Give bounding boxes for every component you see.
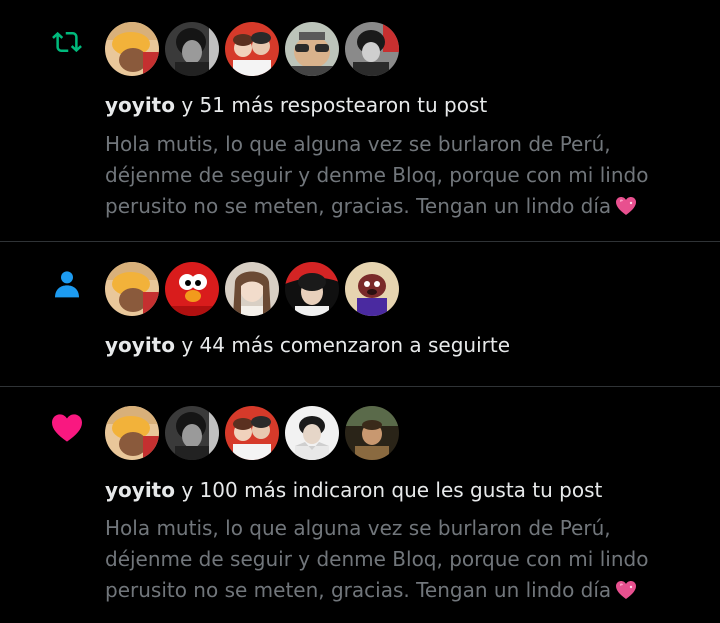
heart-icon bbox=[47, 408, 87, 448]
notification-text: yoyito y 51 más respostearon tu post bbox=[105, 91, 487, 119]
avatar[interactable] bbox=[345, 22, 399, 76]
preview-line: Hola mutis, lo que alguna vez se burlaro… bbox=[105, 516, 611, 540]
preview-line-with-emoji: perusito no se meten, gracias. Tengan un… bbox=[105, 575, 705, 609]
post-preview[interactable]: Hola mutis, lo que alguna vez se burlaro… bbox=[105, 513, 705, 609]
avatar-row bbox=[105, 406, 405, 460]
preview-line-with-emoji: perusito no se meten, gracias. Tengan un… bbox=[105, 191, 705, 225]
avatar[interactable] bbox=[345, 262, 399, 316]
avatar[interactable] bbox=[105, 262, 159, 316]
username[interactable]: yoyito bbox=[105, 333, 175, 357]
notification-follow[interactable]: yoyito y 44 más comenzaron a seguirte bbox=[0, 242, 720, 386]
username[interactable]: yoyito bbox=[105, 93, 175, 117]
avatar[interactable] bbox=[285, 262, 339, 316]
notification-like[interactable]: yoyito y 100 más indicaron que les gusta… bbox=[0, 387, 720, 623]
person-icon bbox=[47, 264, 87, 304]
preview-line: Hola mutis, lo que alguna vez se burlaro… bbox=[105, 132, 611, 156]
avatar[interactable] bbox=[165, 262, 219, 316]
preview-line: déjenme de seguir y denme Bloq, porque c… bbox=[105, 163, 649, 187]
action-description: y 100 más indicaron que les gusta tu pos… bbox=[174, 478, 603, 502]
notifications-feed: yoyito y 51 más respostearon tu post Hol… bbox=[0, 0, 720, 623]
action-description: y 44 más comenzaron a seguirte bbox=[174, 333, 510, 357]
avatar[interactable] bbox=[285, 406, 339, 460]
avatar-row bbox=[105, 22, 405, 76]
avatar[interactable] bbox=[105, 406, 159, 460]
notification-text: yoyito y 44 más comenzaron a seguirte bbox=[105, 331, 510, 359]
username[interactable]: yoyito bbox=[105, 478, 175, 502]
avatar-row bbox=[105, 262, 405, 316]
avatar[interactable] bbox=[105, 22, 159, 76]
sparkling-heart-emoji bbox=[615, 194, 637, 225]
avatar[interactable] bbox=[285, 22, 339, 76]
sparkling-heart-emoji bbox=[615, 578, 637, 609]
avatar[interactable] bbox=[225, 406, 279, 460]
preview-line: déjenme de seguir y denme Bloq, porque c… bbox=[105, 547, 649, 571]
avatar[interactable] bbox=[345, 406, 399, 460]
post-preview[interactable]: Hola mutis, lo que alguna vez se burlaro… bbox=[105, 129, 705, 225]
notification-repost[interactable]: yoyito y 51 más respostearon tu post Hol… bbox=[0, 0, 720, 241]
avatar[interactable] bbox=[225, 262, 279, 316]
avatar[interactable] bbox=[165, 406, 219, 460]
avatar[interactable] bbox=[225, 22, 279, 76]
notification-text: yoyito y 100 más indicaron que les gusta… bbox=[105, 476, 602, 504]
action-description: y 51 más respostearon tu post bbox=[174, 93, 488, 117]
repost-icon bbox=[47, 22, 87, 62]
avatar[interactable] bbox=[165, 22, 219, 76]
